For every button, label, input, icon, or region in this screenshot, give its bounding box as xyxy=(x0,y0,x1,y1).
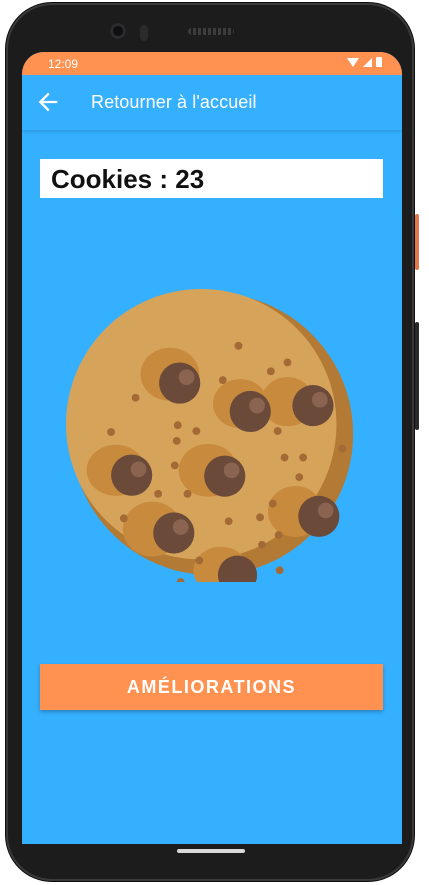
page-title: Retourner à l'accueil xyxy=(91,92,257,112)
cookie-icon xyxy=(66,288,354,595)
cookie-counter: Cookies : 23 xyxy=(40,159,383,198)
front-camera xyxy=(110,23,126,39)
battery-icon xyxy=(376,57,382,67)
cookie-counter-label: Cookies : xyxy=(51,164,176,194)
status-icons xyxy=(347,57,382,67)
wifi-icon xyxy=(347,57,359,67)
upgrades-button[interactable]: AMÉLIORATIONS xyxy=(40,664,383,710)
earpiece-speaker xyxy=(188,28,234,35)
cookie-counter-value: 23 xyxy=(175,164,205,194)
app-bar: Retourner à l'accueil xyxy=(22,75,402,130)
home-gesture-bar[interactable] xyxy=(177,849,245,853)
status-bar: 12:09 xyxy=(22,52,402,75)
cookie-button[interactable] xyxy=(66,288,360,595)
app-screen: 12:09 Retourner à l'accueil Cookies : 23 xyxy=(22,52,402,844)
volume-button xyxy=(415,322,419,430)
status-time: 12:09 xyxy=(48,57,79,71)
power-button xyxy=(415,214,419,270)
cookie-counter-text: Cookies : 23 xyxy=(51,164,204,195)
arrow-back-icon xyxy=(38,92,58,112)
back-button[interactable] xyxy=(34,88,62,116)
signal-icon xyxy=(363,57,372,67)
sensor xyxy=(140,25,148,41)
